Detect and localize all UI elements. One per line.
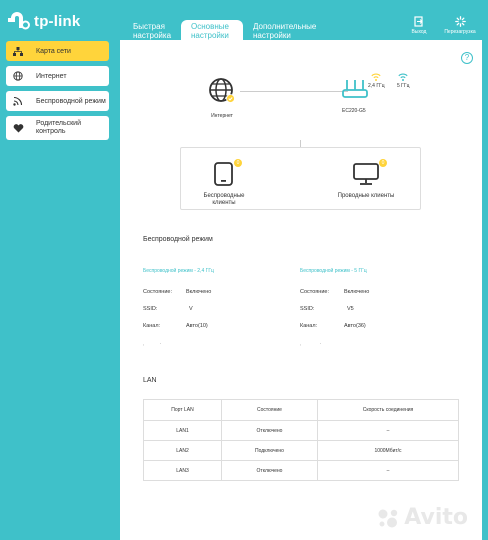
truncated-row-fragment: , — [300, 341, 302, 346]
globe-icon — [12, 71, 24, 81]
truncated-row-fragment: · — [320, 341, 322, 346]
wireless-24-ssid-value: V — [189, 306, 193, 312]
band-5-label: 5 ГГц — [397, 83, 410, 89]
lan-status-cell: Подключено — [221, 440, 318, 461]
wireless-24-heading: Беспроводной режим - 2,4 ГГц — [143, 268, 214, 274]
lan-speed-cell: – — [317, 460, 459, 481]
parental-control-icon — [12, 123, 24, 133]
clients-panel: 0 Беспроводные клиенты 0 Проводные клиен… — [180, 147, 421, 210]
main-panel: ? Интернет 2,4 ГГц 5 ГГц EC220-G5 0 Бесп… — [120, 40, 482, 540]
monitor-icon — [353, 163, 379, 185]
truncated-row-fragment: , — [143, 341, 145, 346]
tab-label: настройки — [191, 31, 229, 40]
tab-advanced[interactable]: Дополнительные настройки — [243, 20, 322, 40]
reboot-icon — [454, 16, 466, 27]
wireless-24-channel-value: Авто(10) — [186, 323, 208, 329]
band-24-label: 2,4 ГГц — [368, 83, 385, 89]
tab-label: настройки — [253, 31, 291, 40]
avito-logo-icon — [378, 509, 398, 527]
lan-status-cell: Отключено — [221, 460, 318, 481]
wireless-24-state-value: Включено — [186, 289, 212, 295]
tab-basic[interactable]: Основные настройки — [181, 20, 243, 40]
wireless-5-state-label: Состояние: — [300, 289, 329, 295]
sidebar-item-network-map[interactable]: Карта сети — [6, 41, 109, 61]
router-model-label: EC220-G5 — [342, 108, 366, 114]
wireless-clients-label: Беспроводные — [203, 193, 245, 199]
wireless-icon — [12, 96, 24, 106]
band-24-indicator: 2,4 ГГц — [368, 73, 385, 89]
column-header: Порт LAN — [143, 399, 222, 421]
band-5-indicator: 5 ГГц — [397, 73, 409, 89]
logout-button[interactable]: Выход — [402, 16, 436, 35]
sidebar-item-wireless[interactable]: Беспроводной режим — [6, 91, 109, 111]
tab-label: Дополнительные — [253, 22, 317, 31]
lan-speed-cell: – — [317, 420, 459, 441]
truncated-row-fragment: · — [160, 341, 162, 346]
wireless-clients-label: клиенты — [212, 200, 236, 206]
network-map-icon — [12, 46, 24, 56]
internet-node[interactable]: Интернет — [208, 77, 236, 119]
brand-name: tp-link — [34, 12, 81, 30]
wired-clients-label: Проводные клиенты — [337, 193, 395, 199]
wireless-5-channel-value: Авто(36) — [344, 323, 366, 329]
column-header: Скорость соединения — [317, 399, 459, 421]
wireless-5-channel-label: Канал: — [300, 323, 318, 329]
help-icon[interactable]: ? — [461, 52, 473, 64]
tab-label: Быстрая — [133, 22, 165, 31]
sidebar: Карта сети Интернет Беспроводной режим Р… — [6, 41, 109, 145]
sidebar-item-label: Беспроводной режим — [36, 97, 106, 105]
table-row: LAN1 Отключено – — [143, 420, 459, 441]
internet-globe-icon — [209, 78, 235, 103]
tp-link-logo: tp-link — [8, 10, 80, 32]
sidebar-item-label: контроль — [36, 128, 66, 135]
tablet-icon — [214, 162, 233, 186]
logout-label: Выход — [411, 29, 427, 35]
wireless-clients-count-badge: 0 — [234, 159, 242, 167]
sidebar-item-internet[interactable]: Интернет — [6, 66, 109, 86]
lan-port-cell: LAN1 — [143, 420, 222, 441]
sidebar-item-label: Интернет — [36, 72, 67, 80]
table-row: LAN3 Отключено – — [143, 460, 459, 481]
table-row: LAN2 Подключено 1000Мбит/с — [143, 440, 459, 461]
reboot-button[interactable]: Перезагрузка — [443, 16, 477, 35]
avito-watermark: Avito — [377, 505, 468, 530]
reboot-label: Перезагрузка — [444, 29, 476, 35]
lan-table: Порт LAN Состояние Скорость соединения L… — [143, 399, 459, 481]
wifi-24-icon — [371, 73, 381, 81]
wifi-5-icon — [398, 73, 408, 81]
wireless-5-heading: Беспроводной режим - 5 ГГц — [300, 268, 367, 274]
topology-link-line — [240, 91, 348, 92]
sidebar-item-parental-control[interactable]: Родительский контроль — [6, 116, 109, 140]
wired-clients-count-badge: 0 — [379, 159, 387, 167]
table-header-row: Порт LAN Состояние Скорость соединения — [143, 399, 459, 421]
tab-label: Основные — [191, 22, 229, 31]
wired-clients-node[interactable]: 0 Проводные клиенты — [336, 159, 396, 200]
lan-speed-cell: 1000Мбит/с — [317, 440, 459, 461]
lan-port-cell: LAN2 — [143, 440, 222, 461]
column-header: Состояние — [221, 399, 318, 421]
tp-link-logo-icon — [8, 12, 30, 30]
sidebar-item-label: Родительский — [36, 120, 81, 127]
router-icon — [342, 80, 368, 98]
wireless-24-channel-label: Канал: — [143, 323, 161, 329]
wireless-section-title: Беспроводной режим — [143, 236, 213, 243]
lan-port-cell: LAN3 — [143, 460, 222, 481]
sidebar-item-label: Карта сети — [36, 47, 71, 55]
lan-section-title: LAN — [143, 377, 157, 384]
avito-watermark-text: Avito — [404, 505, 468, 530]
wireless-5-ssid-value: V5 — [347, 306, 354, 312]
router-node[interactable]: EC220-G5 — [342, 78, 368, 114]
wireless-5-state-value: Включено — [344, 289, 370, 295]
clients-connector — [300, 140, 301, 147]
main-tabs: Быстрая настройка Основные настройки Доп… — [123, 20, 322, 40]
wireless-clients-node[interactable]: 0 Беспроводные клиенты — [199, 159, 249, 207]
wireless-5-ssid-label: SSID: — [300, 306, 315, 312]
wireless-24-ssid-label: SSID: — [143, 306, 158, 312]
wireless-24-state-label: Состояние: — [143, 289, 172, 295]
logout-icon — [414, 16, 423, 27]
lan-status-cell: Отключено — [221, 420, 318, 441]
tab-quick-setup[interactable]: Быстрая настройка — [123, 20, 181, 40]
tab-label: настройка — [133, 31, 172, 40]
internet-label: Интернет — [211, 113, 233, 119]
